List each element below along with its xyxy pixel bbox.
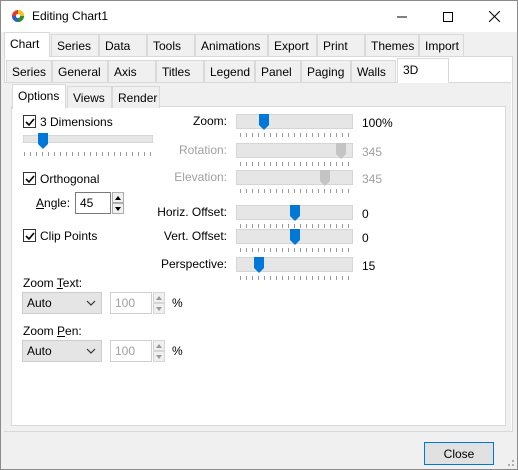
editor-window: Editing Chart1 Chart Series Data Tools A…	[0, 0, 518, 470]
chevron-down-icon	[86, 348, 96, 354]
horiz-offset-slider-ticks	[240, 224, 349, 228]
caret-up-icon	[156, 343, 162, 348]
3d-checkbox[interactable]	[23, 115, 36, 128]
caret-down-icon	[156, 354, 162, 359]
angle-up-button[interactable]	[112, 192, 124, 203]
tab-chart[interactable]: Chart	[4, 32, 50, 57]
vert-offset-slider-thumb[interactable]	[289, 229, 300, 245]
rotation-value: 345	[362, 145, 383, 159]
clip-points-checkbox[interactable]	[23, 229, 36, 242]
tab-walls[interactable]: Walls	[351, 60, 396, 82]
minimize-icon	[397, 16, 407, 17]
minimize-button[interactable]	[379, 1, 425, 32]
close-window-button[interactable]	[471, 1, 517, 32]
perspective-slider-thumb[interactable]	[254, 257, 265, 273]
tab-print[interactable]: Print	[317, 34, 365, 56]
tab-views[interactable]: Views	[67, 86, 112, 108]
close-button[interactable]: Close	[424, 442, 494, 465]
checkmark-icon	[25, 232, 35, 241]
clip-points-label: Clip Points	[40, 229, 98, 243]
tab-import[interactable]: Import	[419, 34, 464, 56]
zoom-slider-track[interactable]	[236, 114, 353, 129]
resize-grip-icon[interactable]	[505, 457, 515, 467]
3d-checkbox-label: 3 Dimensions	[40, 115, 113, 129]
caret-down-icon	[156, 306, 162, 311]
tab-animations[interactable]: Animations	[195, 34, 268, 56]
zoom-slider-thumb[interactable]	[259, 114, 270, 130]
zoom-pen-select[interactable]: Auto	[22, 340, 102, 362]
rotation-slider-ticks	[240, 162, 349, 166]
vert-offset-value: 0	[362, 231, 369, 245]
elevation-slider-ticks	[240, 189, 349, 193]
zoom-text-up-button[interactable]	[153, 292, 165, 303]
zoom-text-stepper	[153, 292, 165, 314]
3d-slider-ticks	[24, 152, 154, 156]
caret-up-icon	[115, 195, 121, 200]
rotation-label: Rotation:	[178, 143, 227, 157]
tab-options[interactable]: Options	[12, 84, 66, 109]
zoom-text-value-input[interactable]: 100	[110, 292, 152, 314]
caret-up-icon	[156, 295, 162, 300]
zoom-text-select-value: Auto	[27, 296, 52, 310]
elevation-value: 345	[362, 172, 383, 186]
zoom-text-unit: %	[172, 296, 183, 310]
chevron-down-icon	[86, 300, 96, 306]
zoom-value: 100%	[362, 116, 393, 130]
tab-render[interactable]: Render	[112, 86, 160, 108]
tab-themes[interactable]: Themes	[365, 34, 419, 56]
tab-3d[interactable]: 3D	[397, 58, 449, 83]
zoom-pen-down-button[interactable]	[153, 351, 165, 362]
maximize-icon	[443, 11, 453, 22]
teechart-app-icon	[12, 10, 24, 22]
zoom-slider-ticks	[240, 133, 349, 137]
checkmark-icon	[25, 118, 35, 127]
tab-axis[interactable]: Axis	[108, 60, 156, 82]
zoom-label: Zoom:	[192, 114, 227, 128]
window-title: Editing Chart1	[32, 9, 109, 23]
elevation-label: Elevation:	[174, 170, 227, 184]
elevation-slider-track[interactable]	[236, 170, 353, 185]
angle-label: Angle:	[36, 196, 71, 210]
orthogonal-checkbox[interactable]	[23, 172, 36, 185]
vert-offset-label: Vert. Offset:	[163, 229, 227, 243]
tab-panel[interactable]: Panel	[255, 60, 301, 82]
tab-paging[interactable]: Paging	[301, 60, 351, 82]
tab-series[interactable]: Series	[51, 34, 99, 56]
rotation-slider-thumb[interactable]	[335, 143, 346, 159]
tab-sub-series[interactable]: Series	[6, 60, 52, 82]
angle-stepper	[112, 192, 124, 214]
title-bar: Editing Chart1	[1, 1, 517, 32]
zoom-text-select[interactable]: Auto	[22, 292, 102, 314]
checkmark-icon	[25, 175, 35, 184]
close-icon	[488, 11, 500, 22]
zoom-pen-value-input[interactable]: 100	[110, 340, 152, 362]
zoom-pen-label: Zoom Pen:	[23, 324, 82, 338]
zoom-pen-select-value: Auto	[27, 344, 52, 358]
horiz-offset-label: Horiz. Offset:	[157, 205, 227, 219]
3d-slider-thumb[interactable]	[38, 133, 48, 149]
orthogonal-label: Orthogonal	[40, 172, 100, 186]
tab-data[interactable]: Data	[99, 34, 147, 56]
horiz-offset-value: 0	[362, 207, 369, 221]
maximize-button[interactable]	[425, 1, 471, 32]
caret-down-icon	[115, 206, 121, 211]
tab-legend[interactable]: Legend	[204, 60, 255, 82]
angle-down-button[interactable]	[112, 203, 124, 214]
zoom-text-down-button[interactable]	[153, 303, 165, 314]
tab-general[interactable]: General	[52, 60, 108, 82]
tab-titles[interactable]: Titles	[156, 60, 204, 82]
vert-offset-slider-ticks	[240, 248, 349, 252]
elevation-slider-thumb[interactable]	[319, 170, 330, 186]
tab-export[interactable]: Export	[268, 34, 317, 56]
zoom-pen-unit: %	[172, 344, 183, 358]
zoom-pen-stepper	[153, 340, 165, 362]
perspective-label: Perspective:	[160, 257, 227, 271]
angle-input[interactable]: 45	[75, 192, 111, 214]
tab-tools[interactable]: Tools	[147, 34, 195, 56]
perspective-value: 15	[362, 259, 376, 273]
horiz-offset-slider-thumb[interactable]	[289, 205, 300, 221]
zoom-pen-up-button[interactable]	[153, 340, 165, 351]
perspective-slider-ticks	[240, 276, 349, 280]
zoom-text-label: Zoom Text:	[23, 276, 83, 290]
